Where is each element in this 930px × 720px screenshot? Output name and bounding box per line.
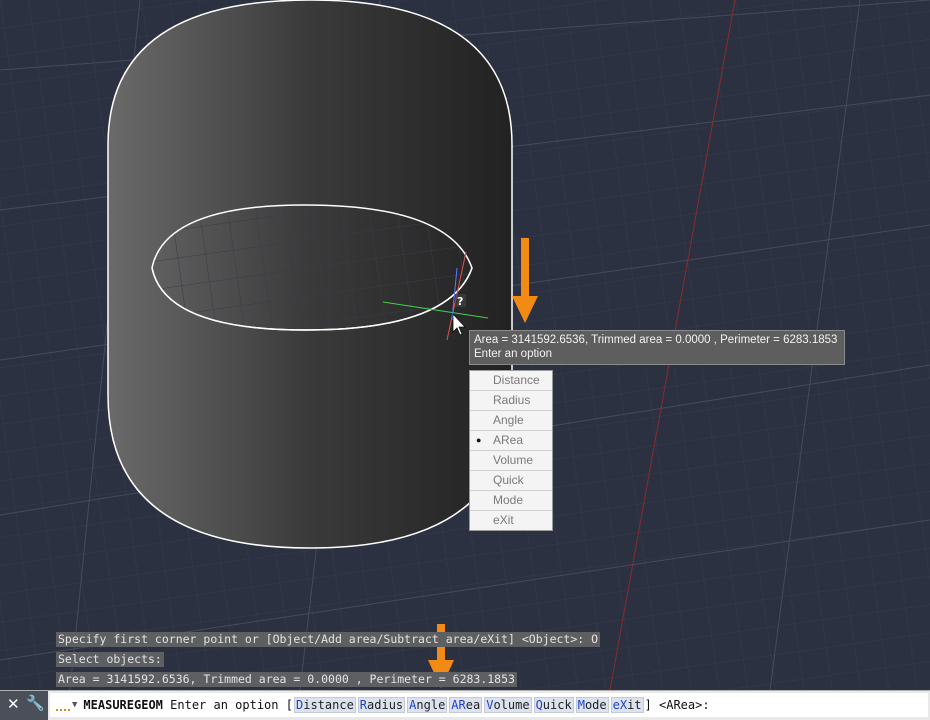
command-history-line: Select objects: [56, 652, 164, 667]
command-history-line: Area = 3141592.6536, Trimmed area = 0.00… [56, 672, 517, 687]
measure-tooltip: Area = 3141592.6536, Trimmed area = 0.00… [469, 330, 845, 365]
chevron-down-icon[interactable]: ▼ [72, 700, 77, 710]
command-prompt-text: Enter an option [170, 698, 279, 712]
option-radius[interactable]: Radius [357, 697, 406, 713]
option-distance[interactable]: Distance [293, 697, 356, 713]
command-line-bar: ✕ 🔧 ▼ MEASUREGEOM Enter an option [ Dist… [0, 690, 930, 720]
command-name: MEASUREGEOM [83, 698, 163, 712]
close-icon[interactable]: ✕ [7, 695, 20, 713]
selected-bullet-icon: ● [476, 435, 482, 445]
command-default-option: <ARea>: [659, 698, 710, 712]
option-close-bracket: ] [644, 698, 652, 712]
menu-item-volume[interactable]: Volume [470, 451, 552, 471]
command-line-controls: ✕ 🔧 [0, 691, 48, 720]
command-input[interactable]: ▼ MEASUREGEOM Enter an option [ Distance… [50, 693, 928, 717]
option-angle[interactable]: Angle [407, 697, 448, 713]
recent-commands-icon[interactable] [56, 699, 70, 711]
cylinder-3d-solid[interactable] [107, 0, 513, 549]
command-history-line: Specify first corner point or [Object/Ad… [56, 632, 601, 647]
menu-item-mode[interactable]: Mode [470, 491, 552, 511]
menu-item-distance[interactable]: Distance [470, 371, 552, 391]
menu-item-angle[interactable]: Angle [470, 411, 552, 431]
option-area[interactable]: ARea [449, 697, 483, 713]
cursor-help-badge: ? [457, 295, 463, 308]
option-open-bracket: [ [285, 698, 293, 712]
option-mode[interactable]: Mode [575, 697, 609, 713]
wrench-icon[interactable]: 🔧 [26, 694, 45, 712]
option-exit[interactable]: eXit [610, 697, 644, 713]
menu-item-area[interactable]: ● ARea [470, 431, 552, 451]
menu-item-exit[interactable]: eXit [470, 511, 552, 530]
menu-item-radius[interactable]: Radius [470, 391, 552, 411]
tooltip-prompt-line: Enter an option [474, 348, 553, 360]
menu-item-quick[interactable]: Quick [470, 471, 552, 491]
option-volume[interactable]: Volume [484, 697, 532, 713]
tooltip-result-line: Area = 3141592.6536, Trimmed area = 0.00… [474, 334, 838, 346]
option-quick[interactable]: Quick [533, 697, 574, 713]
dynamic-input-option-menu: Distance Radius Angle ● ARea Volume Quick… [469, 370, 553, 531]
